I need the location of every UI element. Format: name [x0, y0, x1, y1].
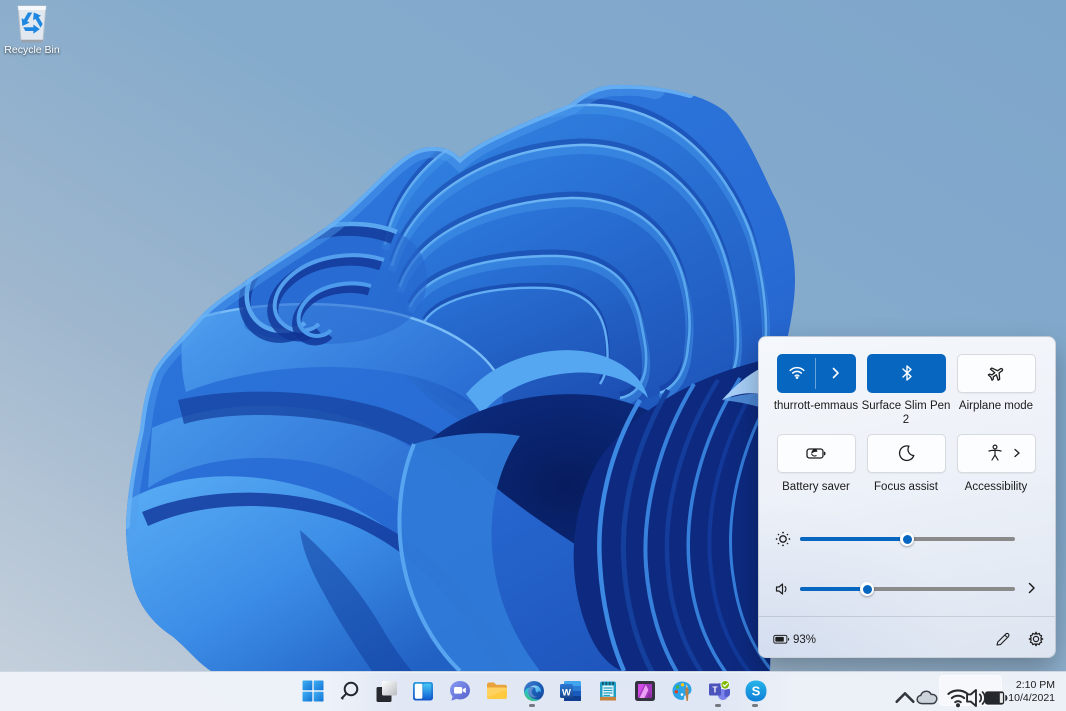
svg-text:T: T: [712, 685, 718, 695]
svg-text:S: S: [752, 684, 761, 699]
svg-text:W: W: [562, 687, 571, 698]
